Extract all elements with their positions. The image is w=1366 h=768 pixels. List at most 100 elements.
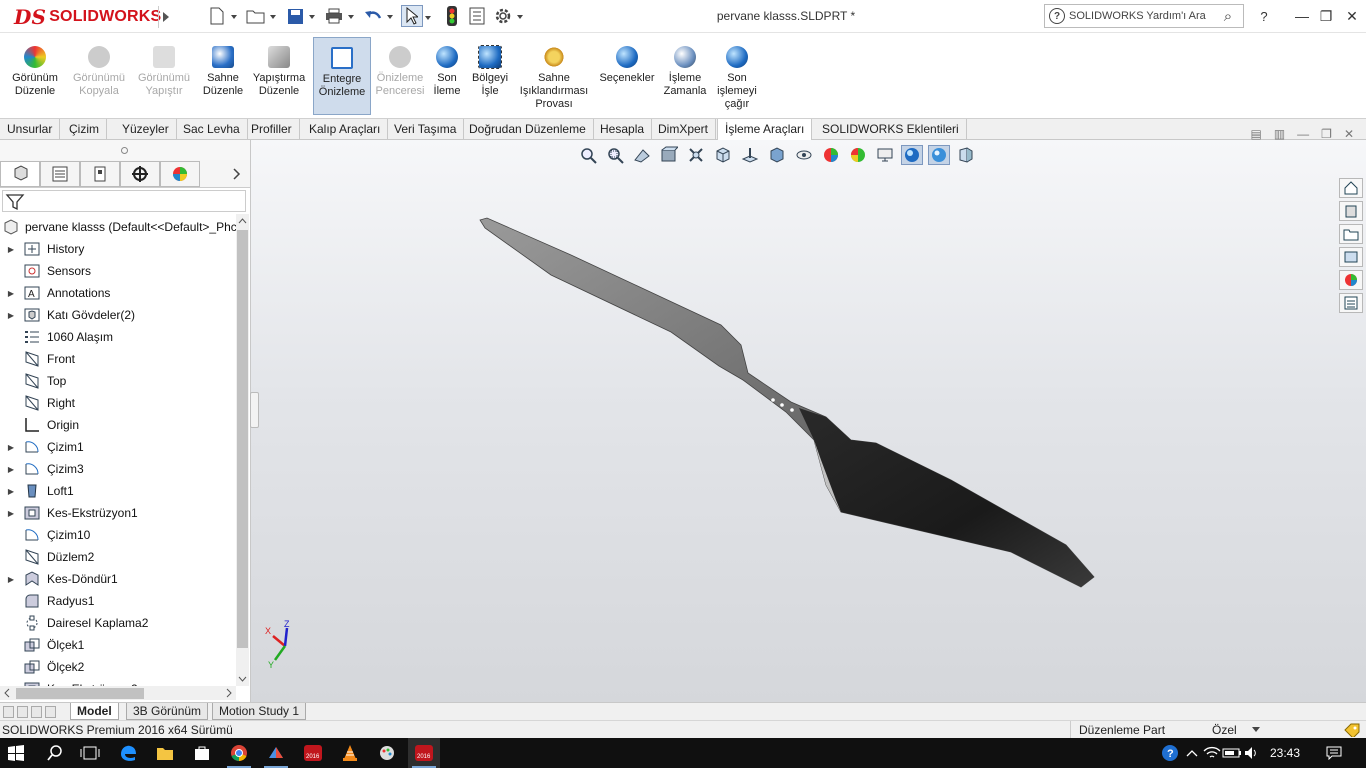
render-region-button[interactable]: Bölgeyi İşle bbox=[468, 37, 512, 115]
viewport-tile-left-icon[interactable]: ▤ bbox=[1250, 127, 1261, 141]
photo-app-icon[interactable] bbox=[260, 738, 292, 768]
tree-item[interactable]: ▶ Kes-Ekstrüzyon1 bbox=[0, 502, 236, 524]
tree-item[interactable]: ▶ A Annotations bbox=[0, 282, 236, 304]
tab-render-tools[interactable]: İşleme Araçları bbox=[717, 119, 813, 141]
file-explorer-icon[interactable] bbox=[149, 738, 181, 768]
tab-sheet-metal[interactable]: Sac Levha bbox=[176, 119, 248, 140]
expand-arrow-icon[interactable]: ▶ bbox=[0, 245, 22, 254]
chevron-right-icon[interactable] bbox=[224, 161, 250, 187]
final-render-button[interactable]: Son İleme bbox=[430, 37, 464, 115]
vlc-icon[interactable] bbox=[334, 738, 366, 768]
tree-item[interactable]: ▶ Katı Gövdeler(2) bbox=[0, 304, 236, 326]
preview-window-button[interactable]: Önizleme Penceresi bbox=[373, 37, 427, 115]
tree-item[interactable]: Çizim10 bbox=[0, 524, 236, 546]
search-icon[interactable]: ⌕ bbox=[1213, 8, 1243, 25]
viewport-minimize-icon[interactable]: — bbox=[1297, 127, 1309, 141]
graphics-area[interactable]: ▤ ▥ — ❐ ✕ X Z Y bbox=[251, 127, 1366, 702]
save-icon[interactable] bbox=[284, 5, 315, 27]
tab-model[interactable]: Model bbox=[70, 703, 119, 720]
windows-start-icon[interactable] bbox=[0, 738, 32, 768]
next-tab-arrow-icon[interactable] bbox=[31, 706, 42, 718]
tab-surfaces[interactable]: Yüzeyler bbox=[115, 119, 177, 140]
expand-arrow-icon[interactable]: ▶ bbox=[0, 443, 22, 452]
tree-item[interactable]: 1060 Alaşım bbox=[0, 326, 236, 348]
expand-arrow-icon[interactable]: ▶ bbox=[0, 509, 22, 518]
tab-data-migration[interactable]: Veri Taşıma bbox=[387, 119, 465, 140]
last-tab-arrow-icon[interactable] bbox=[45, 706, 56, 718]
edit-decal-button[interactable]: Yapıştırma Düzenle bbox=[250, 37, 308, 115]
print-icon[interactable] bbox=[323, 5, 354, 27]
help-dropdown-button[interactable]: ? bbox=[1252, 5, 1276, 27]
integrated-preview-button[interactable]: Entegre Önizleme bbox=[313, 37, 371, 115]
rebuild-traffic-light-icon[interactable] bbox=[441, 5, 463, 27]
render-options-button[interactable]: Seçenekler bbox=[597, 37, 657, 115]
select-cursor-icon[interactable] bbox=[401, 5, 431, 27]
dimxpert-manager-tab-icon[interactable] bbox=[120, 161, 160, 187]
close-button[interactable]: ✕ bbox=[1340, 5, 1364, 27]
status-units-dropdown[interactable]: Özel bbox=[1212, 721, 1237, 739]
scroll-left-icon[interactable] bbox=[0, 686, 14, 700]
expand-arrow-icon[interactable]: ▶ bbox=[0, 465, 22, 474]
edit-appearance-button[interactable]: Görünüm Düzenle bbox=[6, 37, 64, 115]
display-manager-tab-icon[interactable] bbox=[160, 161, 200, 187]
taskbar-clock[interactable]: 23:43 bbox=[1270, 746, 1300, 760]
tab-solidworks-addins[interactable]: SOLIDWORKS Eklentileri bbox=[815, 119, 967, 140]
tab-weldments[interactable]: Profiller bbox=[244, 119, 300, 140]
tab-features[interactable]: Unsurlar bbox=[0, 119, 61, 140]
scrollbar-thumb[interactable] bbox=[16, 688, 144, 699]
paint-app-icon[interactable] bbox=[371, 738, 403, 768]
solidworks-active-icon[interactable]: 2016 bbox=[408, 738, 440, 768]
tab-mold-tools[interactable]: Kalıp Araçları bbox=[302, 119, 389, 140]
tree-item[interactable]: ▶Kes-Ekstrüzyon2 bbox=[0, 678, 236, 686]
scene-lighting-proof-button[interactable]: Sahne Işıklandırması Provası bbox=[516, 37, 592, 115]
tree-item[interactable]: ▶ Çizim1 bbox=[0, 436, 236, 458]
home-icon[interactable] bbox=[1339, 178, 1363, 198]
tree-item[interactable]: Düzlem2 bbox=[0, 546, 236, 568]
configuration-manager-tab-icon[interactable] bbox=[80, 161, 120, 187]
tree-horizontal-scrollbar[interactable] bbox=[0, 686, 236, 700]
scrollbar-thumb[interactable] bbox=[237, 230, 248, 648]
volume-icon[interactable] bbox=[1236, 738, 1268, 768]
menu-expand-arrow-icon[interactable] bbox=[158, 6, 172, 28]
tab-evaluate[interactable]: Hesapla bbox=[593, 119, 653, 140]
prev-tab-arrow-icon[interactable] bbox=[17, 706, 28, 718]
first-tab-arrow-icon[interactable] bbox=[3, 706, 14, 718]
recall-last-render-button[interactable]: Son işlemeyi çağır bbox=[713, 37, 761, 115]
design-library-icon[interactable] bbox=[1339, 201, 1363, 221]
tree-item[interactable]: ▶ Kes-Döndür1 bbox=[0, 568, 236, 590]
propeller-3d-model[interactable] bbox=[251, 140, 1366, 702]
property-manager-tab-icon[interactable] bbox=[40, 161, 80, 187]
tree-root-part[interactable]: pervane klasss (Default<<Default>_Phc bbox=[0, 216, 236, 238]
tree-item[interactable]: Top bbox=[0, 370, 236, 392]
tree-item[interactable]: ▶ Loft1 bbox=[0, 480, 236, 502]
panel-grip[interactable] bbox=[0, 140, 250, 160]
tree-item[interactable]: Ölçek2 bbox=[0, 656, 236, 678]
tree-item[interactable]: Origin bbox=[0, 414, 236, 436]
tree-item[interactable]: ▶ Çizim3 bbox=[0, 458, 236, 480]
appearances-scenes-icon[interactable] bbox=[1339, 270, 1363, 290]
units-chevron-down-icon[interactable] bbox=[1252, 727, 1260, 733]
tree-item[interactable]: Ölçek1 bbox=[0, 634, 236, 656]
tree-item[interactable]: Sensors bbox=[0, 260, 236, 282]
help-search-input[interactable]: ? SOLIDWORKS Yardım'ı Ara ⌕ bbox=[1044, 4, 1244, 28]
tree-item[interactable]: Front bbox=[0, 348, 236, 370]
tag-icon[interactable] bbox=[1344, 723, 1360, 737]
feature-manager-tab-icon[interactable] bbox=[0, 161, 40, 187]
tree-item[interactable]: ▶ History bbox=[0, 238, 236, 260]
expand-arrow-icon[interactable]: ▶ bbox=[0, 487, 22, 496]
options-gear-icon[interactable] bbox=[492, 5, 523, 27]
expand-arrow-icon[interactable]: ▶ bbox=[0, 311, 22, 320]
custom-properties-icon[interactable] bbox=[1339, 293, 1363, 313]
solidworks-logo[interactable]: DS SOLIDWORKS bbox=[14, 5, 161, 29]
feature-tree-filter-input[interactable] bbox=[2, 190, 246, 212]
tree-item[interactable]: Dairesel Kaplama2 bbox=[0, 612, 236, 634]
scroll-up-icon[interactable] bbox=[236, 214, 249, 228]
viewport-close-icon[interactable]: ✕ bbox=[1344, 127, 1354, 141]
minimize-button[interactable]: — bbox=[1290, 5, 1314, 27]
task-view-icon[interactable] bbox=[74, 738, 106, 768]
action-center-icon[interactable] bbox=[1318, 738, 1350, 768]
store-icon[interactable] bbox=[186, 738, 218, 768]
tree-item[interactable]: Radyus1 bbox=[0, 590, 236, 612]
search-icon[interactable] bbox=[39, 738, 71, 768]
undo-icon[interactable] bbox=[362, 5, 393, 27]
